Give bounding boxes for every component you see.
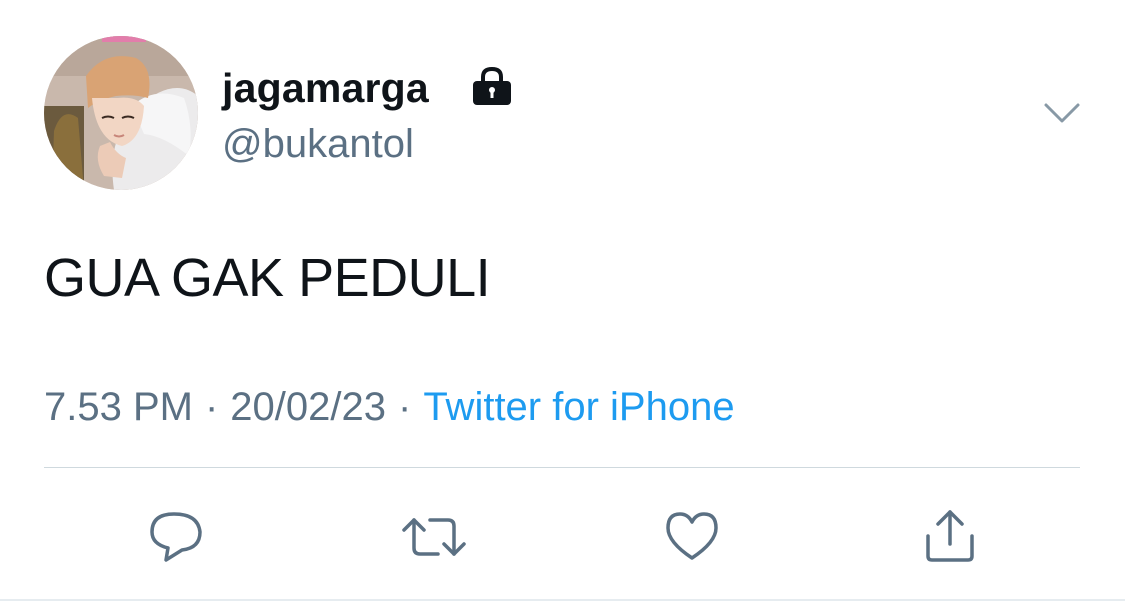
tweet-metadata: 7.53 PM · 20/02/23 · Twitter for iPhone — [44, 381, 735, 433]
heart-icon — [666, 512, 718, 560]
tweet-date[interactable]: 20/02/23 — [230, 385, 386, 429]
tweet-text: GUA GAK PEDULI — [44, 248, 491, 308]
avatar-photo — [44, 36, 198, 190]
chevron-down-icon[interactable] — [1040, 96, 1084, 130]
share-icon — [926, 510, 974, 562]
display-name[interactable]: jagamarga — [222, 64, 429, 112]
tweet-card: jagamarga @bukantol GUA GAK PEDULI 7.53 … — [0, 0, 1125, 601]
share-button[interactable] — [920, 508, 980, 564]
like-button[interactable] — [662, 508, 722, 564]
tweet-source-link[interactable]: Twitter for iPhone — [423, 385, 734, 429]
tweet-time[interactable]: 7.53 PM — [44, 385, 193, 429]
retweet-button[interactable] — [400, 508, 466, 564]
meta-separator: · — [398, 385, 412, 429]
comment-icon — [150, 512, 202, 562]
user-handle[interactable]: @bukantol — [222, 120, 414, 168]
avatar[interactable] — [44, 36, 198, 190]
reply-button[interactable] — [146, 508, 206, 564]
meta-separator: · — [204, 385, 219, 429]
retweet-icon — [402, 518, 466, 556]
divider — [44, 467, 1080, 468]
lock-icon — [470, 66, 514, 106]
